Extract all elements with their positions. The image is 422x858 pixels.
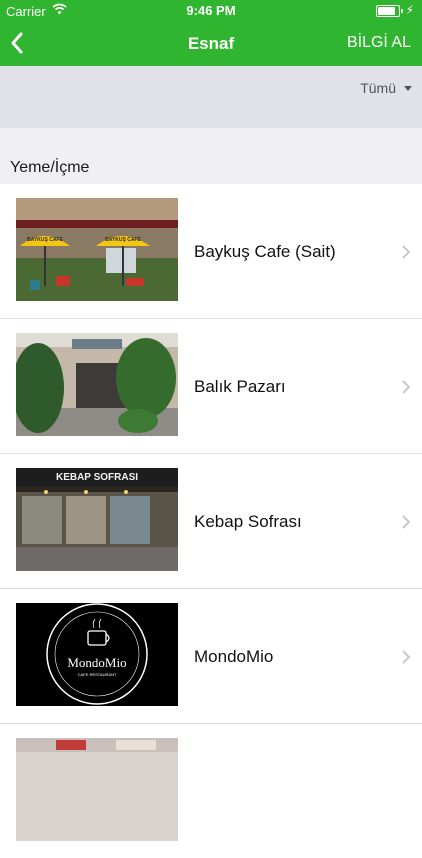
filter-bar: Tümü bbox=[0, 66, 422, 128]
dropdown-arrow-icon bbox=[404, 86, 412, 91]
business-name: Balık Pazarı bbox=[194, 377, 286, 396]
chevron-right-icon bbox=[402, 380, 411, 394]
info-button[interactable]: BİLGİ AL bbox=[347, 34, 411, 52]
business-logo: MondoMio CAFE·RESTAURANT bbox=[16, 603, 178, 706]
navigation-bar: Esnaf BİLGİ AL bbox=[0, 22, 422, 66]
chevron-right-icon bbox=[402, 245, 411, 259]
chevron-right-icon bbox=[402, 650, 411, 664]
status-time: 9:46 PM bbox=[186, 3, 236, 18]
filter-label: Tümü bbox=[360, 80, 396, 96]
battery-level bbox=[378, 7, 396, 15]
business-name: MondoMio bbox=[194, 647, 274, 666]
store-sign: KEBAP SOFRASI bbox=[56, 472, 138, 483]
business-photo bbox=[16, 738, 178, 841]
business-list: BAYKUŞ CAFE BAYKUŞ CAFE Baykuş Cafe (Sai… bbox=[0, 184, 422, 858]
business-name: Baykuş Cafe (Sait) bbox=[194, 242, 336, 261]
chevron-right-icon bbox=[402, 515, 411, 529]
section-title: Yeme/İçme bbox=[10, 159, 90, 176]
umbrella-sign: BAYKUŞ CAFE bbox=[105, 237, 141, 243]
business-photo: KEBAP SOFRASI bbox=[16, 468, 178, 571]
business-photo bbox=[16, 333, 178, 436]
list-item[interactable]: BAYKUŞ CAFE BAYKUŞ CAFE Baykuş Cafe (Sai… bbox=[0, 184, 422, 319]
list-item[interactable]: MondoMio CAFE·RESTAURANT MondoMio bbox=[0, 589, 422, 724]
filter-dropdown[interactable]: Tümü bbox=[360, 80, 412, 96]
section-header: Yeme/İçme bbox=[0, 128, 422, 184]
business-photo: BAYKUŞ CAFE BAYKUŞ CAFE bbox=[16, 198, 178, 301]
list-item[interactable]: KEBAP SOFRASI Kebap Sofrası bbox=[0, 454, 422, 589]
list-item[interactable]: Balık Pazarı bbox=[0, 319, 422, 454]
charging-icon: ⚡ bbox=[405, 3, 414, 17]
umbrella-sign: BAYKUŞ CAFE bbox=[27, 237, 63, 243]
list-item[interactable] bbox=[0, 724, 422, 858]
logo-subtitle: CAFE·RESTAURANT bbox=[78, 672, 117, 677]
status-bar: Carrier 9:46 PM ⚡ bbox=[0, 0, 422, 22]
business-name: Kebap Sofrası bbox=[194, 512, 302, 531]
header: Carrier 9:46 PM ⚡ Esnaf BİLGİ AL bbox=[0, 0, 422, 66]
logo-text: MondoMio bbox=[67, 655, 126, 670]
battery-icon bbox=[376, 5, 403, 17]
